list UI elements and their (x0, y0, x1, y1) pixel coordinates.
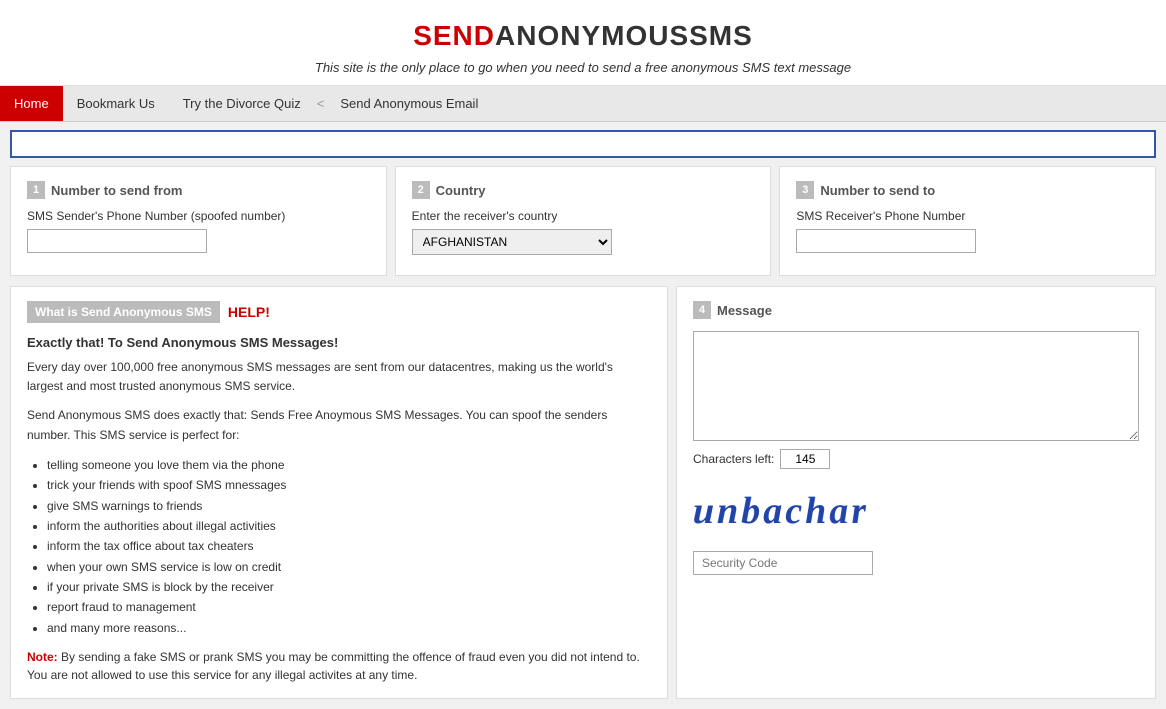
step-2-header: 2 Country (412, 181, 755, 199)
title-send: SEND (413, 20, 495, 51)
security-code-input[interactable] (693, 551, 873, 575)
step-3-title: Number to send to (820, 183, 935, 198)
info-list: telling someone you love them via the ph… (47, 455, 651, 639)
sender-phone-input[interactable] (27, 229, 207, 253)
chars-row: Characters left: (693, 449, 1139, 469)
list-item: trick your friends with spoof SMS mnessa… (47, 475, 651, 495)
list-item: inform the tax office about tax cheaters (47, 536, 651, 556)
message-textarea[interactable] (693, 331, 1139, 441)
nav-separator: < (315, 96, 327, 111)
list-item: give SMS warnings to friends (47, 496, 651, 516)
step-1-box: 1 Number to send from SMS Sender's Phone… (10, 166, 387, 276)
list-item: when your own SMS service is low on cred… (47, 557, 651, 577)
step-1-label: SMS Sender's Phone Number (spoofed numbe… (27, 209, 370, 223)
step-2-number: 2 (412, 181, 430, 199)
info-para-2: Send Anonymous SMS does exactly that: Se… (27, 406, 651, 444)
nav: Home Bookmark Us Try the Divorce Quiz < … (0, 86, 1166, 122)
message-box: 4 Message Characters left: unbachar (676, 286, 1156, 699)
step-3-header: 3 Number to send to (796, 181, 1139, 199)
site-tagline: This site is the only place to go when y… (10, 60, 1156, 75)
message-step-number: 4 (693, 301, 711, 319)
nav-home[interactable]: Home (0, 86, 63, 121)
step-3-number: 3 (796, 181, 814, 199)
message-step-title: Message (717, 303, 772, 318)
list-item: telling someone you love them via the ph… (47, 455, 651, 475)
site-title: SENDANONYMOUSSMS (10, 20, 1156, 52)
captcha-text: unbachar (692, 489, 870, 533)
what-is-button: What is Send Anonymous SMS (27, 301, 220, 323)
step-3-box: 3 Number to send to SMS Receiver's Phone… (779, 166, 1156, 276)
nav-divorce-quiz[interactable]: Try the Divorce Quiz (169, 86, 315, 121)
note-text: By sending a fake SMS or prank SMS you m… (27, 650, 640, 682)
step-1-number: 1 (27, 181, 45, 199)
nav-anonymous-email[interactable]: Send Anonymous Email (326, 86, 492, 121)
info-heading: Exactly that! To Send Anonymous SMS Mess… (27, 335, 651, 350)
captcha-image: unbachar (693, 481, 1139, 541)
nav-bookmark[interactable]: Bookmark Us (63, 86, 169, 121)
info-para-1: Every day over 100,000 free anonymous SM… (27, 358, 651, 396)
list-item: report fraud to management (47, 597, 651, 617)
receiver-phone-input[interactable] (796, 229, 976, 253)
help-label: HELP! (228, 304, 270, 320)
chars-label: Characters left: (693, 452, 774, 466)
step-3-label: SMS Receiver's Phone Number (796, 209, 1139, 223)
chars-value[interactable] (780, 449, 830, 469)
step-2-title: Country (436, 183, 486, 198)
steps-row: 1 Number to send from SMS Sender's Phone… (10, 166, 1156, 276)
title-rest: ANONYMOUSSMS (495, 20, 753, 51)
note-label: Note: (27, 650, 58, 664)
step-1-title: Number to send from (51, 183, 182, 198)
list-item: if your private SMS is block by the rece… (47, 577, 651, 597)
step-1-header: 1 Number to send from (27, 181, 370, 199)
step-2-box: 2 Country Enter the receiver's country A… (395, 166, 772, 276)
info-box: What is Send Anonymous SMS HELP! Exactly… (10, 286, 668, 699)
list-item: inform the authorities about illegal act… (47, 516, 651, 536)
bottom-row: What is Send Anonymous SMS HELP! Exactly… (10, 286, 1156, 699)
message-step-header: 4 Message (693, 301, 1139, 319)
country-select[interactable]: AFGHANISTAN ALBANIA ALGERIA ANDORRA ANGO… (412, 229, 612, 255)
info-note: Note: By sending a fake SMS or prank SMS… (27, 648, 651, 684)
list-item: and many more reasons... (47, 618, 651, 638)
step-2-label: Enter the receiver's country (412, 209, 755, 223)
header: SENDANONYMOUSSMS This site is the only p… (0, 0, 1166, 86)
blue-bar (10, 130, 1156, 158)
info-box-header: What is Send Anonymous SMS HELP! (27, 301, 651, 323)
